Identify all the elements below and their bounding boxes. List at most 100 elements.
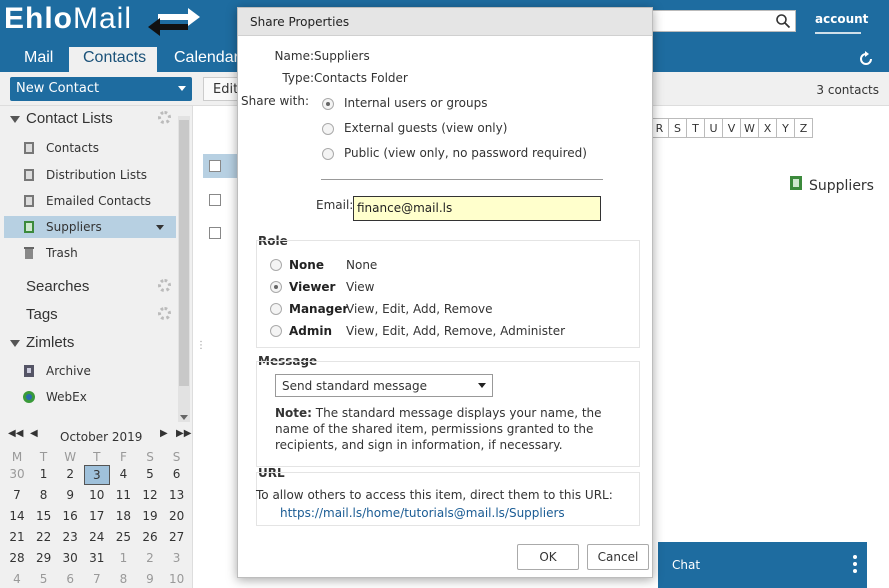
share-public-radio[interactable]: [322, 148, 334, 160]
new-contact-button[interactable]: New Contact: [10, 77, 192, 101]
role-manager-radio[interactable]: [270, 303, 282, 315]
calendar-day[interactable]: 2: [137, 549, 163, 569]
alphabet-filter-button[interactable]: X: [758, 118, 777, 138]
calendar-day[interactable]: 4: [110, 465, 136, 485]
row-checkbox[interactable]: [209, 160, 221, 172]
calendar-day[interactable]: 3: [164, 549, 190, 569]
calendar-day[interactable]: 1: [31, 465, 57, 485]
dialog-title[interactable]: Share Properties: [238, 8, 652, 36]
sidebar-item-suppliers[interactable]: Suppliers: [4, 216, 176, 238]
calendar-day[interactable]: 7: [4, 486, 30, 506]
role-viewer-name[interactable]: Viewer: [289, 280, 335, 294]
calendar-day[interactable]: 14: [4, 507, 30, 527]
alphabet-filter-button[interactable]: Z: [794, 118, 813, 138]
calendar-day[interactable]: 6: [57, 570, 83, 588]
share-public-label[interactable]: Public (view only, no password required): [344, 146, 587, 160]
collapse-icon[interactable]: [10, 339, 20, 347]
calendar-day[interactable]: 17: [84, 507, 110, 527]
role-none-name[interactable]: None: [289, 258, 324, 272]
share-internal-label[interactable]: Internal users or groups: [344, 96, 488, 110]
calendar-day[interactable]: 31: [84, 549, 110, 569]
collapse-icon[interactable]: [10, 115, 20, 123]
row-checkbox[interactable]: [209, 194, 221, 206]
role-viewer-radio[interactable]: [270, 281, 282, 293]
scroll-down-icon[interactable]: [180, 415, 188, 420]
calendar-day[interactable]: 11: [110, 486, 136, 506]
calendar-day[interactable]: 7: [84, 570, 110, 588]
calendar-day[interactable]: 30: [4, 465, 30, 485]
section-tags[interactable]: Tags: [26, 306, 58, 323]
gear-icon[interactable]: [158, 111, 171, 124]
calendar-day[interactable]: 5: [31, 570, 57, 588]
calendar-day[interactable]: 10: [164, 570, 190, 588]
app-logo[interactable]: EhloMail: [4, 2, 132, 36]
calendar-day[interactable]: 24: [84, 528, 110, 548]
next-month-icon[interactable]: ▶: [160, 428, 168, 439]
calendar-day[interactable]: 6: [164, 465, 190, 485]
refresh-icon[interactable]: [857, 50, 875, 68]
row-checkbox[interactable]: [209, 227, 221, 239]
sidebar-item-webex[interactable]: WebEx: [4, 386, 176, 408]
calendar-day[interactable]: 28: [4, 549, 30, 569]
pane-splitter-handle[interactable]: ⋮: [196, 340, 206, 351]
calendar-day[interactable]: 21: [4, 528, 30, 548]
chevron-down-icon[interactable]: [156, 225, 164, 230]
list-item[interactable]: [203, 154, 237, 178]
search-input[interactable]: [640, 10, 796, 32]
chat-bar[interactable]: Chat: [658, 542, 867, 588]
sidebar-item-distribution-lists[interactable]: Distribution Lists: [4, 164, 176, 186]
prev-month-icon[interactable]: ◀: [30, 428, 38, 439]
alphabet-filter-button[interactable]: V: [722, 118, 741, 138]
tab-mail[interactable]: Mail: [10, 47, 67, 72]
list-item[interactable]: [203, 221, 237, 245]
share-external-label[interactable]: External guests (view only): [344, 121, 507, 135]
calendar-day[interactable]: 30: [57, 549, 83, 569]
calendar-day[interactable]: 12: [137, 486, 163, 506]
calendar-day[interactable]: 4: [4, 570, 30, 588]
calendar-day[interactable]: 23: [57, 528, 83, 548]
alphabet-filter-button[interactable]: Y: [776, 118, 795, 138]
share-external-radio[interactable]: [322, 123, 334, 135]
sidebar-item-trash[interactable]: Trash: [4, 242, 176, 264]
list-item[interactable]: [203, 188, 237, 212]
email-field[interactable]: finance@mail.ls: [353, 196, 601, 221]
ok-button[interactable]: OK: [517, 544, 579, 570]
alphabet-filter-button[interactable]: W: [740, 118, 759, 138]
alphabet-filter-button[interactable]: U: [704, 118, 723, 138]
calendar-day[interactable]: 29: [31, 549, 57, 569]
calendar-day[interactable]: 20: [164, 507, 190, 527]
scrollbar-thumb[interactable]: [179, 120, 189, 386]
calendar-day[interactable]: 2: [57, 465, 83, 485]
sidebar-item-contacts[interactable]: Contacts: [4, 137, 176, 159]
tab-contacts[interactable]: Contacts: [69, 47, 157, 72]
calendar-day[interactable]: 25: [110, 528, 136, 548]
share-url-link[interactable]: https://mail.ls/home/tutorials@mail.ls/S…: [280, 506, 565, 520]
role-admin-radio[interactable]: [270, 325, 282, 337]
calendar-day[interactable]: 3: [83, 465, 110, 485]
role-admin-name[interactable]: Admin: [289, 324, 332, 338]
share-internal-radio[interactable]: [322, 98, 334, 110]
calendar-day[interactable]: 1: [110, 549, 136, 569]
section-zimlets[interactable]: Zimlets: [10, 334, 74, 351]
calendar-day[interactable]: 8: [31, 486, 57, 506]
account-menu[interactable]: account: [815, 12, 868, 26]
sidebar-item-emailed-contacts[interactable]: Emailed Contacts: [4, 190, 176, 212]
calendar-day[interactable]: 10: [84, 486, 110, 506]
calendar-day[interactable]: 19: [137, 507, 163, 527]
chevron-down-icon[interactable]: [478, 383, 486, 388]
cancel-button[interactable]: Cancel: [587, 544, 649, 570]
calendar-day[interactable]: 9: [57, 486, 83, 506]
section-searches[interactable]: Searches: [26, 278, 89, 295]
calendar-day[interactable]: 15: [31, 507, 57, 527]
alphabet-filter-button[interactable]: S: [668, 118, 687, 138]
prev-year-icon[interactable]: ◀◀: [8, 428, 23, 439]
calendar-day[interactable]: 5: [137, 465, 163, 485]
more-vertical-icon[interactable]: [853, 554, 857, 574]
alphabet-filter-button[interactable]: T: [686, 118, 705, 138]
calendar-day[interactable]: 13: [164, 486, 190, 506]
calendar-day[interactable]: 16: [57, 507, 83, 527]
role-manager-name[interactable]: Manager: [289, 302, 348, 316]
chevron-down-icon[interactable]: [178, 86, 186, 91]
search-icon[interactable]: [775, 13, 791, 29]
section-contact-lists[interactable]: Contact Lists: [10, 110, 113, 127]
